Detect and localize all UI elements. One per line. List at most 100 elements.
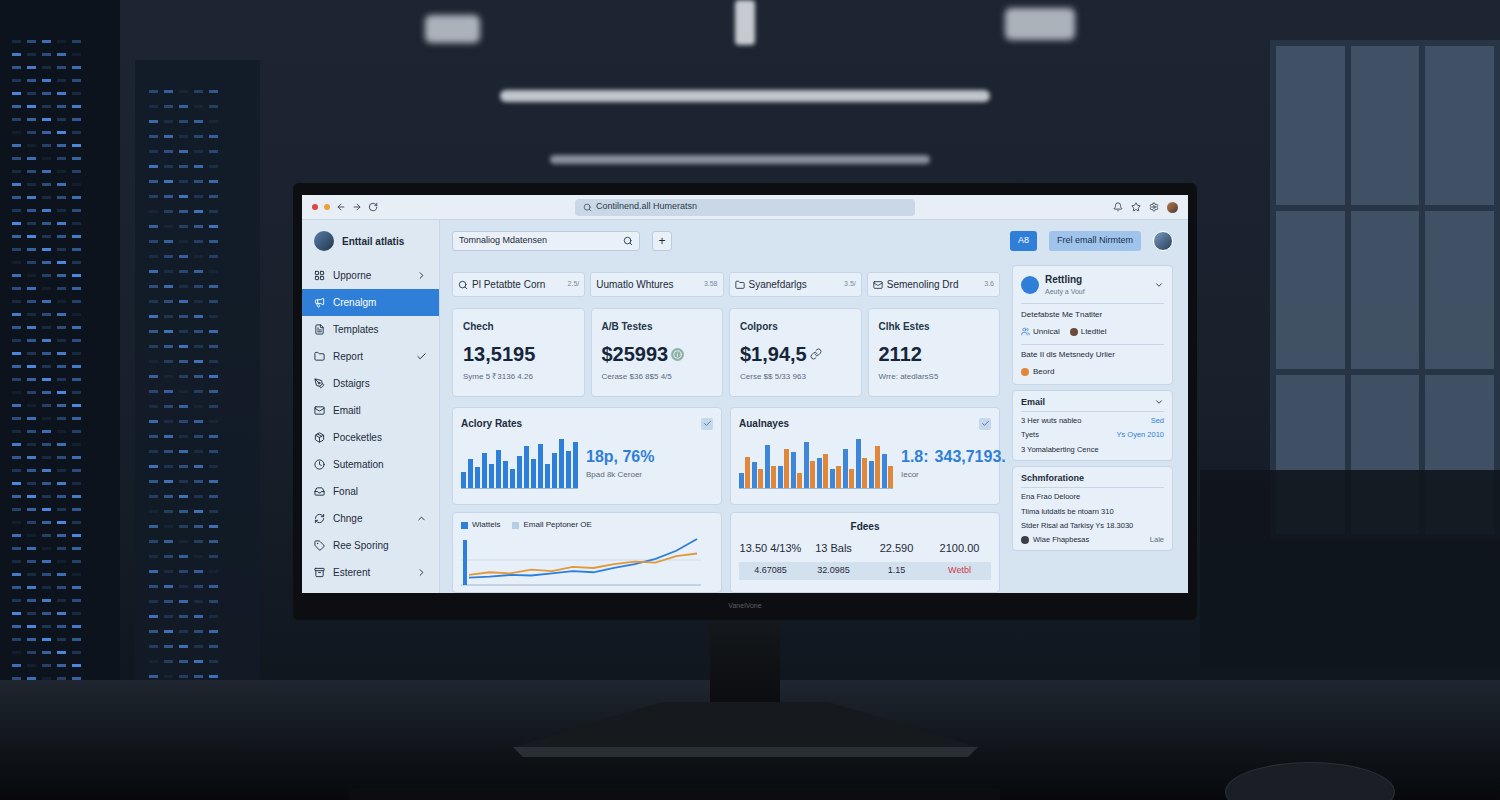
legend-swatch: [461, 522, 468, 529]
tab[interactable]: Syanefdarlgs3.5/: [729, 272, 862, 297]
bar: [875, 446, 880, 488]
toolbar-button[interactable]: Frel emall Nirmtem: [1049, 231, 1141, 251]
sidebar-item[interactable]: Chnge: [302, 505, 439, 532]
star-icon[interactable]: [1131, 202, 1141, 212]
schedule-row[interactable]: Stder Risal ad Tarkisy Ys 18.3030: [1021, 520, 1164, 531]
ceiling-light: [1005, 8, 1075, 40]
server-rack: [135, 60, 260, 690]
line-series: [469, 553, 697, 574]
sidebar-item[interactable]: Templates: [302, 316, 439, 343]
bar: [778, 466, 783, 488]
email-row[interactable]: TyetsYs Oyen 2010: [1021, 429, 1164, 440]
sidebar-item[interactable]: Esterent: [302, 559, 439, 586]
right-panel: RettlingAeuty a VoufDetefabste Me Tnatit…: [1012, 265, 1173, 593]
bar: [468, 459, 473, 488]
sidebar-item[interactable]: Fonal: [302, 478, 439, 505]
workspace-avatar: [314, 231, 334, 251]
address-field[interactable]: Contilnend.all Humeratsn: [575, 199, 915, 216]
window-wall: [1270, 40, 1500, 540]
bar-group: [817, 439, 828, 488]
toolbar-button[interactable]: A8: [1010, 231, 1037, 251]
tab[interactable]: Uumatlo Whtures3.58: [590, 272, 723, 297]
scene: Contilnend.all Humeratsn Enttail atlatisU…: [0, 0, 1500, 800]
sidebar-item[interactable]: Sutemation: [302, 451, 439, 478]
table-cell: Wetbl: [928, 564, 991, 578]
legend-item: Wlattels: [461, 519, 500, 531]
bottom-row: WlattelsEmall Peptoner OEFdees13.50 4/13…: [452, 512, 1000, 593]
bar: [475, 467, 480, 488]
sidebar-item[interactable]: Ree Sporing: [302, 532, 439, 559]
bar-group: [496, 439, 501, 488]
bar-group: [752, 439, 763, 488]
chevron-down-icon[interactable]: [1154, 397, 1164, 407]
bar: [573, 442, 578, 488]
sidebar-item[interactable]: Report: [302, 343, 439, 370]
bar: [496, 450, 501, 488]
table-cell: 4.67085: [739, 564, 802, 578]
schedule-card: SchmforationeEna Frao DelooreTlima lutda…: [1012, 466, 1173, 552]
stat-card: Clhk Estes2112Wrre: atedlarsS5: [868, 308, 1001, 397]
table-row[interactable]: 4.6708532.09851.15Wetbl: [739, 562, 991, 580]
sidebar-item[interactable]: Dstaigrs: [302, 370, 439, 397]
check-box[interactable]: [979, 418, 991, 430]
sidebar-item[interactable]: Poceketles: [302, 424, 439, 451]
reload-icon[interactable]: [368, 202, 378, 212]
email-row[interactable]: 3 Yomalaberting Cence: [1021, 444, 1164, 455]
bar: [804, 442, 809, 488]
sidebar: Enttail atlatisUpporneCrenalgmTemplatesR…: [302, 220, 440, 593]
bar-group: [552, 439, 557, 488]
close-dot[interactable]: [312, 204, 318, 210]
profile-avatar[interactable]: [1167, 202, 1178, 213]
settings-icon[interactable]: [1149, 202, 1159, 212]
bar-group: [475, 439, 480, 488]
email-row[interactable]: 3 Her wuts nableoSed: [1021, 415, 1164, 426]
sidebar-item[interactable]: Crenalgm: [302, 289, 439, 316]
bar: [482, 453, 487, 488]
tab[interactable]: Semenoling Drd3.6: [867, 272, 1000, 297]
bell-icon[interactable]: [1113, 202, 1123, 212]
bar: [510, 469, 515, 488]
schedule-row[interactable]: Wlae FhapbesasLale: [1021, 534, 1164, 545]
table-cell: 2100.00: [928, 540, 991, 557]
stat-card: Chech13,5195Syme 5 ₹3136 4.26: [452, 308, 585, 397]
content: Tomnaliog Mdatensen + A8 Frel emall Nirmtem…: [440, 220, 1188, 593]
bar: [882, 454, 887, 488]
bar: [745, 457, 750, 488]
bar-group: [517, 439, 522, 488]
chevron-down-icon[interactable]: [1154, 280, 1164, 290]
stat-row: Chech13,5195Syme 5 ₹3136 4.26A/B Testes$…: [452, 308, 1000, 397]
bar: [739, 473, 744, 488]
sidebar-item[interactable]: Upporne: [302, 262, 439, 289]
minimize-dot[interactable]: [324, 204, 330, 210]
bar-group: [538, 439, 543, 488]
line-chart: [461, 534, 701, 586]
bar: [545, 464, 550, 488]
chevron-up-icon: [416, 513, 427, 524]
menu-item-icon: [314, 324, 325, 335]
schedule-row[interactable]: Tlima lutdatls be ntoarn 310: [1021, 506, 1164, 517]
bar-group: [503, 439, 508, 488]
table-card: Fdees13.50 4/13%13 Bals22.5902100.004.67…: [730, 512, 1000, 593]
chevron-right-icon: [416, 270, 427, 281]
forward-icon[interactable]: [352, 202, 362, 212]
info-icon: [673, 350, 682, 359]
check-box[interactable]: [701, 418, 713, 430]
bar-group: [573, 439, 578, 488]
back-icon[interactable]: [336, 202, 346, 212]
bar-group: [869, 439, 880, 488]
content-columns: Pl Petatbte Corn2.5/Uumatlo Whtures3.58S…: [452, 265, 1173, 593]
bar: [765, 445, 770, 488]
tab[interactable]: Pl Petatbte Corn2.5/: [452, 272, 585, 297]
sidebar-item[interactable]: Emaitl: [302, 397, 439, 424]
table-row[interactable]: 13.50 4/13%13 Bals22.5902100.00: [739, 539, 991, 557]
bar: [524, 446, 529, 488]
chart-figure: 343,7193.: [935, 445, 1006, 469]
schedule-row[interactable]: Ena Frao Deloore: [1021, 491, 1164, 502]
user-avatar[interactable]: [1153, 231, 1173, 251]
ceiling-light: [735, 0, 755, 45]
search-field[interactable]: Tomnaliog Mdatensen: [452, 231, 640, 251]
menu-item-icon: [314, 378, 325, 389]
add-button[interactable]: +: [652, 231, 672, 251]
bar: [869, 461, 874, 488]
toolbar: Tomnaliog Mdatensen + A8 Frel emall Nirmtem: [452, 230, 1173, 252]
